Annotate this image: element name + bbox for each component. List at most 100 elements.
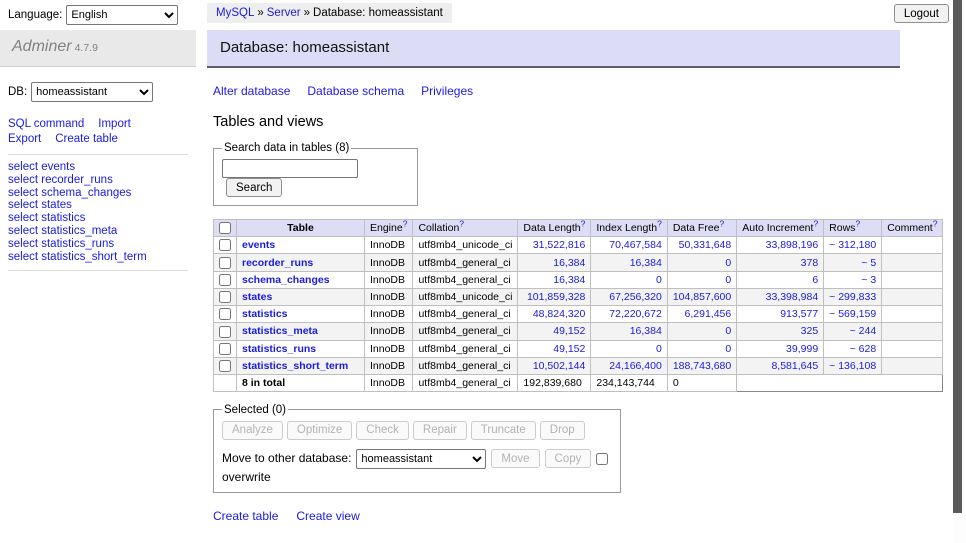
rows-link[interactable]: ~ 569,159 [829, 308, 876, 320]
sidebar-item-select-statistics[interactable]: select statistics [8, 212, 196, 225]
scrollbar-track[interactable] [953, 0, 966, 543]
sidebar-sql-command-link[interactable]: SQL command [8, 117, 84, 132]
row-checkbox[interactable] [219, 257, 231, 269]
select-all-checkbox[interactable] [219, 222, 231, 234]
rows-link[interactable]: ~ 5 [829, 257, 876, 269]
row-checkbox[interactable] [219, 326, 231, 338]
row-checkbox[interactable] [219, 239, 231, 251]
data-free-link[interactable]: 6,291,456 [673, 308, 731, 320]
copy-button[interactable]: Copy [545, 449, 592, 468]
rows-link[interactable]: ~ 244 [829, 325, 876, 337]
data-free-link[interactable]: 104,857,600 [673, 291, 731, 303]
rows-link[interactable]: ~ 299,833 [829, 291, 876, 303]
rows-link[interactable]: ~ 312,180 [829, 239, 876, 251]
sidebar-item-select-statistics-runs[interactable]: select statistics_runs [8, 238, 196, 251]
table-link[interactable]: events [242, 239, 275, 251]
data-free-link[interactable]: 50,331,648 [673, 239, 731, 251]
sidebar-item-select-states[interactable]: select states [8, 199, 196, 212]
privileges-link[interactable]: Privileges [421, 84, 473, 98]
help-link[interactable]: ? [657, 219, 662, 229]
data-length-link[interactable]: 48,824,320 [523, 308, 585, 320]
help-link[interactable]: ? [403, 219, 408, 229]
table-link[interactable]: schema_changes [242, 274, 330, 286]
help-link[interactable]: ? [855, 219, 860, 229]
row-checkbox[interactable] [219, 291, 231, 303]
data-length-link[interactable]: 10,502,144 [523, 360, 585, 372]
data-free-link[interactable]: 188,743,680 [673, 360, 731, 372]
rows-link[interactable]: ~ 136,108 [829, 360, 876, 372]
table-link[interactable]: statistics_meta [242, 325, 318, 337]
auto-increment-link[interactable]: 325 [742, 325, 818, 337]
alter-database-link[interactable]: Alter database [213, 84, 290, 98]
index-length-link[interactable]: 0 [596, 343, 661, 355]
row-checkbox[interactable] [219, 274, 231, 286]
row-checkbox[interactable] [219, 360, 231, 372]
index-length-link[interactable]: 16,384 [596, 257, 661, 269]
search-input[interactable] [222, 159, 358, 178]
optimize-button[interactable]: Optimize [287, 421, 352, 440]
help-link[interactable]: ? [720, 219, 725, 229]
overwrite-checkbox[interactable] [596, 453, 608, 465]
data-length-link[interactable]: 49,152 [523, 343, 585, 355]
table-link[interactable]: statistics_runs [242, 343, 316, 355]
auto-increment-link[interactable]: 8,581,645 [742, 360, 818, 372]
sidebar-create-table-link[interactable]: Create table [55, 132, 118, 147]
row-checkbox[interactable] [219, 343, 231, 355]
db-select[interactable]: homeassistant [31, 82, 153, 102]
sidebar-export-link[interactable]: Export [8, 132, 41, 147]
help-link[interactable]: ? [459, 219, 464, 229]
index-length-link[interactable]: 67,256,320 [596, 291, 661, 303]
check-button[interactable]: Check [356, 421, 409, 440]
analyze-button[interactable]: Analyze [222, 421, 283, 440]
data-length-link[interactable]: 101,859,328 [523, 291, 585, 303]
rows-link[interactable]: ~ 628 [829, 343, 876, 355]
sidebar-item-select-statistics-meta[interactable]: select statistics_meta [8, 225, 196, 238]
help-link[interactable]: ? [581, 219, 586, 229]
index-length-link[interactable]: 72,220,672 [596, 308, 661, 320]
data-length-link[interactable]: 16,384 [523, 257, 585, 269]
move-button[interactable]: Move [491, 449, 539, 468]
data-length-link[interactable]: 49,152 [523, 325, 585, 337]
help-link[interactable]: ? [933, 219, 938, 229]
sidebar-item-select-recorder-runs[interactable]: select recorder_runs [8, 174, 196, 187]
create-view-link[interactable]: Create view [296, 509, 359, 523]
auto-increment-link[interactable]: 33,398,984 [742, 291, 818, 303]
index-length-link[interactable]: 24,166,400 [596, 360, 661, 372]
create-table-link[interactable]: Create table [213, 509, 278, 523]
data-free-link[interactable]: 0 [673, 325, 731, 337]
table-link[interactable]: statistics [242, 308, 288, 320]
repair-button[interactable]: Repair [413, 421, 467, 440]
move-database-select[interactable]: homeassistant [356, 449, 486, 469]
drop-button[interactable]: Drop [540, 421, 585, 440]
data-length-link[interactable]: 31,522,816 [523, 239, 585, 251]
truncate-button[interactable]: Truncate [471, 421, 536, 440]
row-checkbox[interactable] [219, 308, 231, 320]
search-button[interactable]: Search [226, 178, 282, 197]
index-length-link[interactable]: 16,384 [596, 325, 661, 337]
table-link[interactable]: statistics_short_term [242, 360, 348, 372]
sidebar-item-select-events[interactable]: select events [8, 161, 196, 174]
index-length-link[interactable]: 0 [596, 274, 661, 286]
sidebar-item-select-schema-changes[interactable]: select schema_changes [8, 187, 196, 200]
data-free-link[interactable]: 0 [673, 257, 731, 269]
breadcrumb-mysql-link[interactable]: MySQL [216, 7, 254, 19]
data-length-link[interactable]: 16,384 [523, 274, 585, 286]
sidebar-import-link[interactable]: Import [98, 117, 131, 132]
breadcrumb-server-link[interactable]: Server [267, 7, 301, 19]
scrollbar-thumb[interactable] [953, 0, 962, 513]
auto-increment-link[interactable]: 33,898,196 [742, 239, 818, 251]
auto-increment-link[interactable]: 913,577 [742, 308, 818, 320]
auto-increment-link[interactable]: 378 [742, 257, 818, 269]
language-select[interactable]: English [66, 5, 178, 25]
table-link[interactable]: recorder_runs [242, 257, 313, 269]
index-length-link[interactable]: 70,467,584 [596, 239, 661, 251]
logout-button[interactable]: Logout [894, 4, 949, 23]
rows-link[interactable]: ~ 3 [829, 274, 876, 286]
database-schema-link[interactable]: Database schema [307, 84, 404, 98]
data-free-link[interactable]: 0 [673, 343, 731, 355]
help-link[interactable]: ? [813, 219, 818, 229]
table-link[interactable]: states [242, 291, 272, 303]
auto-increment-link[interactable]: 39,999 [742, 343, 818, 355]
data-free-link[interactable]: 0 [673, 274, 731, 286]
sidebar-item-select-statistics-short-term[interactable]: select statistics_short_term [8, 251, 196, 264]
